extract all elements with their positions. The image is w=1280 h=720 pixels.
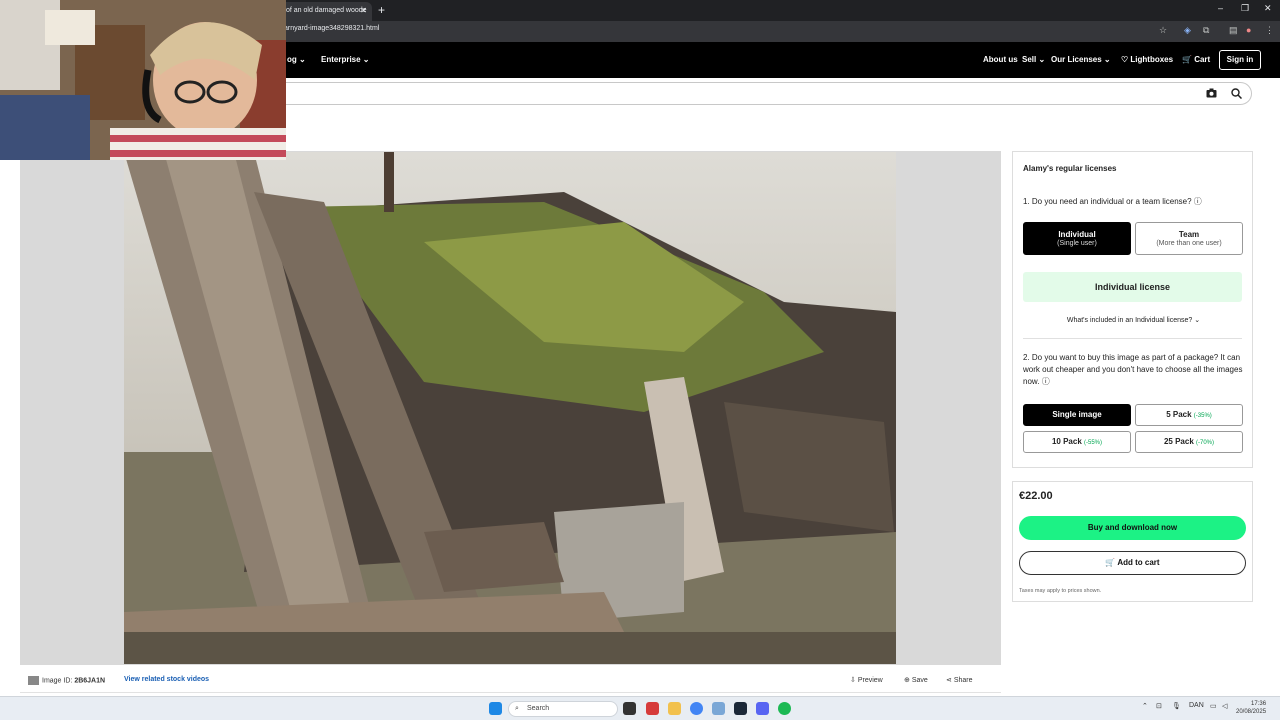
- windows-start-icon[interactable]: [489, 702, 502, 715]
- taskbar-clock[interactable]: 17:36 20/08/2025: [1236, 700, 1266, 716]
- buy-panel: €22.00 Buy and download now 🛒 Add to car…: [1012, 481, 1253, 602]
- discord-icon[interactable]: [756, 702, 769, 715]
- app-icon[interactable]: [712, 702, 725, 715]
- new-tab-button[interactable]: +: [378, 3, 385, 17]
- tray-app-icon[interactable]: ⊡: [1156, 702, 1162, 710]
- image-id: Image ID: 2B6JA1N: [28, 676, 105, 685]
- image-footer: Image ID: 2B6JA1N View related stock vid…: [20, 665, 1001, 693]
- search-input[interactable]: [270, 82, 1252, 105]
- extension-icon[interactable]: ◈: [1184, 25, 1191, 36]
- sidebar-icon[interactable]: ▤: [1229, 25, 1238, 36]
- whats-included-toggle[interactable]: What's included in an Individual license…: [1013, 316, 1254, 324]
- nav-item-about[interactable]: About us: [983, 55, 1018, 64]
- related-videos-link[interactable]: View related stock videos: [124, 676, 209, 683]
- buy-download-button[interactable]: Buy and download now: [1019, 516, 1246, 540]
- network-icon[interactable]: ▭: [1210, 702, 1217, 710]
- preview-button[interactable]: ⇩ Preview: [850, 676, 883, 684]
- team-license-option[interactable]: Team (More than one user): [1135, 222, 1243, 255]
- cart-icon: 🛒: [1105, 558, 1116, 567]
- browser-menu-icon[interactable]: ⋮: [1265, 25, 1274, 36]
- search-icon: ⌕: [515, 705, 519, 712]
- microphone-icon[interactable]: 🎙: [1172, 702, 1181, 710]
- nav-item-blog[interactable]: og ⌄: [287, 55, 306, 64]
- license-question-2: 2. Do you want to buy this image as part…: [1023, 353, 1243, 386]
- windows-taskbar: ⌕ Search ⌃ ⊡ 🎙 DAN ▭ ◁ 17:36 20/08/2025: [0, 696, 1280, 720]
- save-button[interactable]: ⊕ Save: [904, 676, 928, 684]
- plus-circle-icon: ⊕: [904, 677, 910, 684]
- spotify-icon[interactable]: [778, 702, 791, 715]
- volume-icon[interactable]: ◁: [1222, 702, 1227, 710]
- close-window-button[interactable]: ✕: [1264, 3, 1272, 14]
- nav-item-enterprise[interactable]: Enterprise ⌄: [321, 55, 370, 64]
- package-10-pack[interactable]: 10 Pack (-55%): [1023, 431, 1131, 453]
- divider: [1023, 338, 1242, 339]
- price: €22.00: [1019, 490, 1053, 502]
- license-title: Alamy's regular licenses: [1023, 164, 1117, 173]
- tray-chevron-icon[interactable]: ⌃: [1142, 702, 1148, 710]
- license-panel: Alamy's regular licenses 1. Do you need …: [1012, 151, 1253, 468]
- help-icon[interactable]: ⓘ: [1042, 377, 1050, 386]
- individual-license-option[interactable]: Individual (Single user): [1023, 222, 1131, 255]
- address-bar[interactable]: arnyard-image348298321.html: [284, 25, 379, 32]
- help-icon[interactable]: ⓘ: [1194, 197, 1202, 206]
- package-single-image[interactable]: Single image: [1023, 404, 1131, 426]
- stock-photo[interactable]: [124, 152, 896, 664]
- language-indicator[interactable]: DAN: [1189, 702, 1204, 709]
- file-explorer-icon[interactable]: [668, 702, 681, 715]
- tab-title: of an old damaged woode: [286, 7, 367, 14]
- app-icon[interactable]: [646, 702, 659, 715]
- heart-icon: ♡: [1121, 55, 1129, 64]
- maximize-button[interactable]: ❐: [1241, 3, 1249, 14]
- nav-item-sell[interactable]: Sell ⌄: [1022, 55, 1045, 64]
- package-25-pack[interactable]: 25 Pack (-70%): [1135, 431, 1243, 453]
- profile-avatar-icon[interactable]: ●: [1246, 25, 1251, 35]
- preview-icon: ⇩: [850, 677, 856, 684]
- license-question-1: 1. Do you need an individual or a team l…: [1023, 197, 1202, 206]
- share-button[interactable]: ⋖ Share: [946, 676, 973, 684]
- nav-item-licenses[interactable]: Our Licenses ⌄: [1051, 55, 1111, 64]
- extensions-puzzle-icon[interactable]: ⧉: [1203, 25, 1209, 36]
- chrome-icon[interactable]: [690, 702, 703, 715]
- license-banner: Individual license: [1023, 272, 1242, 302]
- add-to-cart-button[interactable]: 🛒 Add to cart: [1019, 551, 1246, 575]
- nav-cart[interactable]: 🛒 Cart: [1182, 55, 1210, 64]
- cart-icon: 🛒: [1182, 55, 1192, 64]
- package-5-pack[interactable]: 5 Pack (-35%): [1135, 404, 1243, 426]
- search-icon[interactable]: [1231, 88, 1243, 102]
- nav-lightboxes[interactable]: ♡ Lightboxes: [1121, 55, 1173, 64]
- chevron-down-icon: ⌄: [1194, 317, 1201, 324]
- tax-note: Taxes may apply to prices shown.: [1019, 588, 1102, 594]
- tab-close-icon[interactable]: ✕: [360, 2, 367, 19]
- task-view-icon[interactable]: [623, 702, 636, 715]
- image-icon: [28, 676, 39, 685]
- sign-in-button[interactable]: Sign in: [1219, 50, 1261, 70]
- browser-tab[interactable]: of an old damaged woode ✕: [280, 2, 372, 21]
- share-icon: ⋖: [946, 677, 952, 684]
- bookmark-star-icon[interactable]: ☆: [1159, 25, 1167, 36]
- taskbar-search[interactable]: ⌕ Search: [508, 701, 618, 717]
- steam-icon[interactable]: [734, 702, 747, 715]
- camera-search-icon[interactable]: [1206, 88, 1217, 101]
- webcam-overlay: [0, 0, 286, 160]
- minimize-button[interactable]: –: [1218, 3, 1223, 13]
